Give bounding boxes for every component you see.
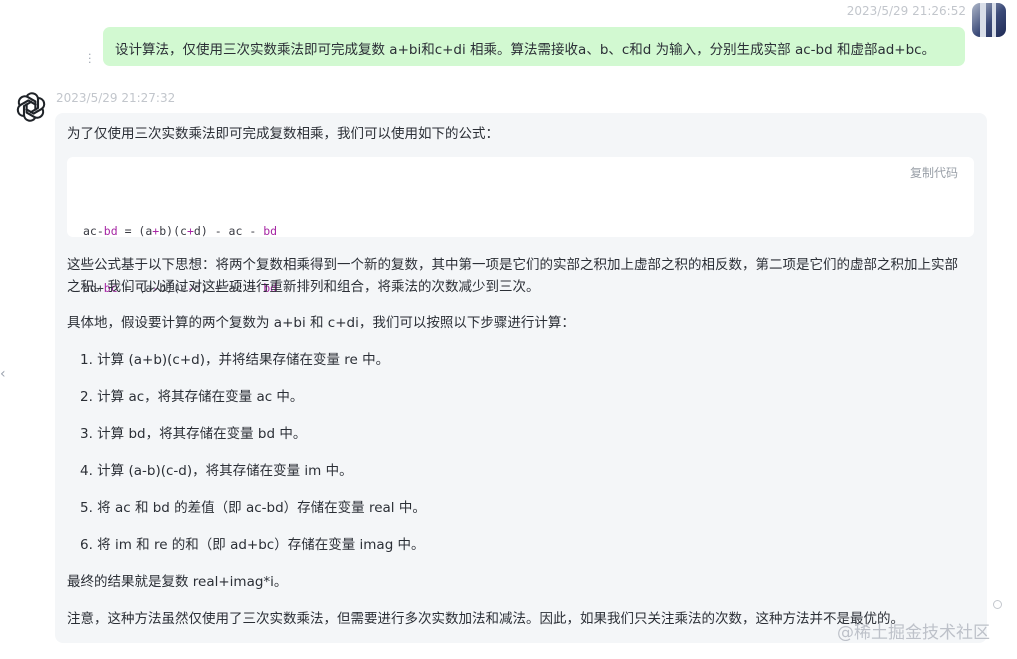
step-item: 3. 计算 bd，将其存储在变量 bd 中。 — [80, 426, 307, 442]
assistant-message-timestamp: 2023/5/29 21:27:32 — [56, 91, 176, 105]
step-item: 2. 计算 ac，将其存储在变量 ac 中。 — [80, 389, 304, 405]
copy-code-button[interactable]: 复制代码 — [910, 164, 958, 181]
intro-paragraph: 为了仅使用三次实数乘法即可完成复数相乘，我们可以使用如下的公式： — [67, 126, 499, 142]
code-line-1: ac-bd = (a+b)(c+d) - ac - bd — [83, 224, 278, 238]
note-paragraph: 注意，这种方法虽然仅使用了三次实数乘法，但需要进行多次实数加法和减法。因此，如果… — [67, 611, 904, 627]
user-message-bubble: 设计算法，仅使用三次实数乘法即可完成复数 a+bi和c+di 相乘。算法需接收a… — [103, 27, 965, 66]
code-block: 复制代码 ac-bd = (a+b)(c+d) - ac - bd ad+bc … — [67, 157, 974, 295]
watermark: @稀土掘金技术社区 — [837, 623, 990, 643]
detail-paragraph: 具体地，假设要计算的两个复数为 a+bi 和 c+di，我们可以按照以下步骤进行… — [67, 315, 575, 331]
chevron-left-icon[interactable]: ‹ — [0, 366, 6, 382]
circle-icon[interactable] — [993, 600, 1002, 609]
result-paragraph: 最终的结果就是复数 real+imag*i。 — [67, 574, 288, 590]
step-item: 5. 将 ac 和 bd 的差值（即 ac-bd）存储在变量 real 中。 — [80, 500, 426, 516]
step-item: 1. 计算 (a+b)(c+d)，并将结果存储在变量 re 中。 — [80, 352, 390, 368]
step-item: 6. 将 im 和 re 的和（即 ad+bc）存储在变量 imag 中。 — [80, 537, 425, 553]
more-dots-icon[interactable]: · · · — [88, 49, 92, 68]
steps-list: 1. 计算 (a+b)(c+d)，并将结果存储在变量 re 中。 2. 计算 a… — [67, 349, 426, 571]
user-message-text: 设计算法，仅使用三次实数乘法即可完成复数 a+bi和c+di 相乘。算法需接收a… — [115, 42, 936, 58]
step-item: 4. 计算 (a-b)(c-d)，将其存储在变量 im 中。 — [80, 463, 353, 479]
basis-paragraph: 这些公式基于以下思想：将两个复数相乘得到一个新的复数，其中第一项是它们的实部之积… — [67, 257, 958, 295]
openai-logo-icon — [15, 91, 47, 123]
assistant-message-bubble: 为了仅使用三次实数乘法即可完成复数相乘，我们可以使用如下的公式： 复制代码 ac… — [55, 113, 987, 643]
user-message-timestamp: 2023/5/29 21:26:52 — [846, 4, 966, 18]
user-avatar[interactable] — [972, 3, 1006, 37]
